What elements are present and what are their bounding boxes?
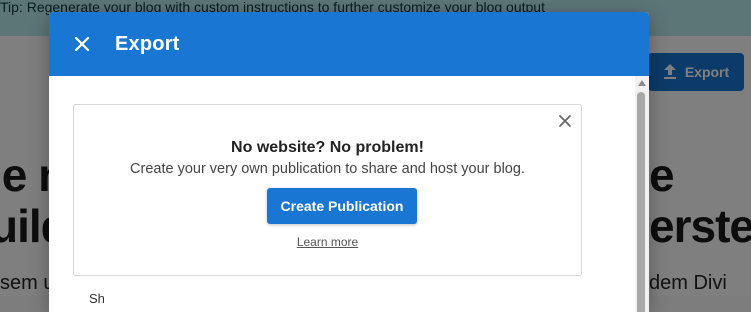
close-icon <box>559 115 571 127</box>
publication-promo-card: No website? No problem! Create your very… <box>73 104 582 276</box>
promo-title: No website? No problem! <box>231 139 424 156</box>
scrollbar-thumb[interactable] <box>637 92 645 312</box>
create-publication-button[interactable]: Create Publication <box>267 188 417 224</box>
scroll-up-arrow-icon[interactable] <box>638 80 646 86</box>
promo-subtitle: Create your very own publication to shar… <box>130 161 525 177</box>
learn-more-link[interactable]: Learn more <box>74 235 581 249</box>
close-icon <box>74 36 90 52</box>
close-dialog-button[interactable] <box>70 32 94 56</box>
export-dialog: Export No website? No problem! Create yo… <box>49 12 649 312</box>
dismiss-promo-button[interactable] <box>557 113 573 129</box>
dialog-header: Export <box>49 12 649 76</box>
next-section-label: Sh <box>89 291 105 306</box>
dialog-title: Export <box>115 32 180 55</box>
